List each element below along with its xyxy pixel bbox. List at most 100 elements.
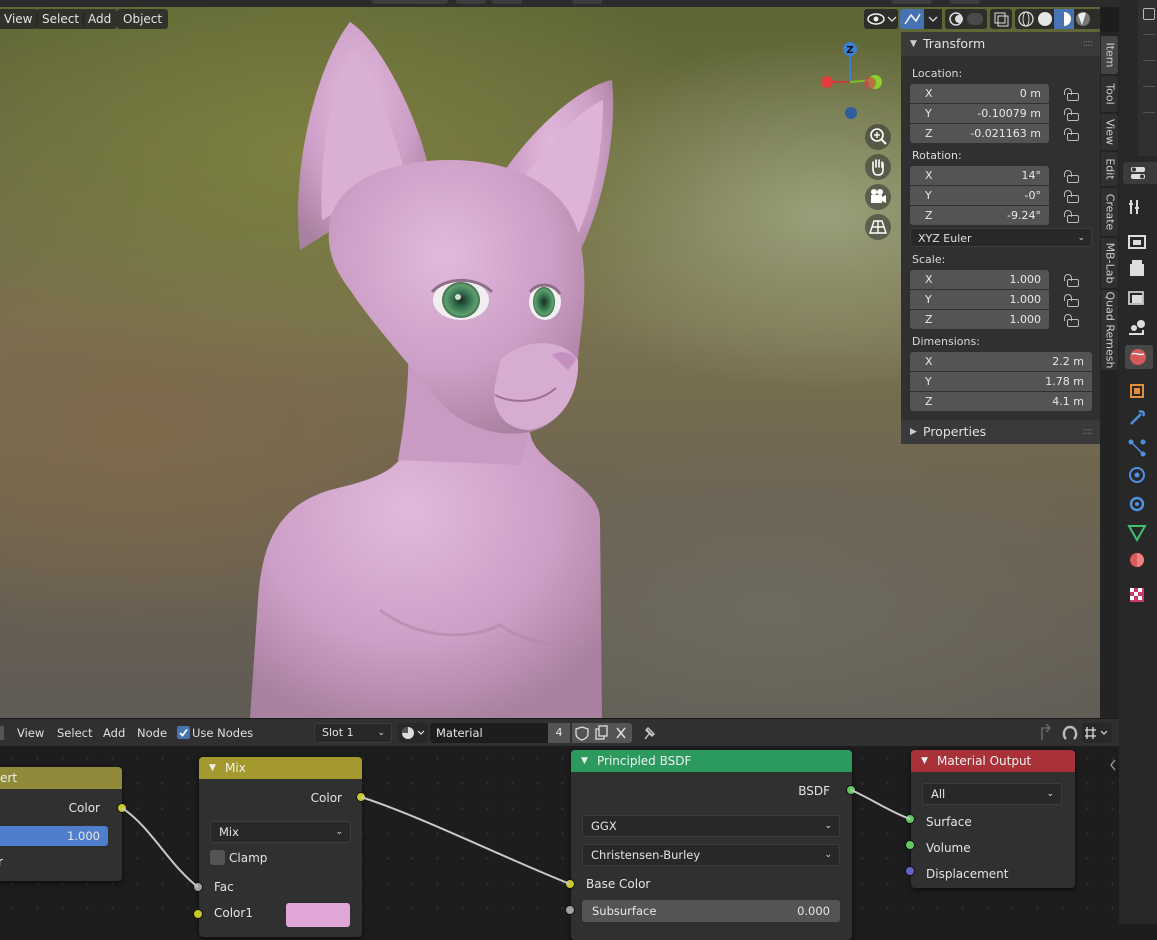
viewport-menu-add[interactable]: Add	[82, 9, 118, 29]
gizmo-toggle[interactable]	[900, 9, 942, 29]
rendered-shading-icon[interactable]	[1076, 12, 1090, 26]
navigation-gizmo[interactable]: Z	[810, 36, 890, 126]
base-color-input-socket[interactable]	[565, 879, 575, 889]
header-tab-stub[interactable]	[572, 0, 602, 4]
rotation-mode-dropdown[interactable]: XYZ Euler ⌄	[910, 228, 1092, 247]
solid-shading-icon[interactable]	[1038, 12, 1052, 26]
outliner-icon[interactable]	[1143, 8, 1155, 20]
lock-icon[interactable]	[1064, 170, 1079, 183]
clamp-checkbox[interactable]	[210, 850, 225, 865]
physics-properties-icon[interactable]	[1129, 467, 1145, 483]
tab-quad-remesh[interactable]: Quad Remesh	[1101, 290, 1118, 370]
viewport-menu-view[interactable]: View	[0, 9, 39, 29]
subsurface-slider[interactable]: Subsurface 0.000	[582, 900, 840, 922]
rotation-y-field[interactable]: Y -0°	[910, 186, 1049, 205]
duplicate-icon[interactable]	[595, 725, 608, 740]
drag-grip-icon[interactable]: ::::	[1083, 32, 1094, 56]
fake-user-shield-icon[interactable]	[575, 726, 589, 741]
invert-node[interactable]: ert Color 1.000 r	[0, 767, 122, 881]
material-shading-icon[interactable]	[1057, 12, 1071, 26]
node-editor-canvas[interactable]: ert Color 1.000 r ▼ Mix Color Mix ⌄ Clamp …	[0, 746, 1119, 940]
pan-button[interactable]	[865, 154, 891, 180]
header-tab-stub[interactable]	[372, 0, 448, 4]
zoom-button[interactable]	[865, 124, 891, 150]
editor-type-button[interactable]	[1123, 162, 1157, 184]
dimensions-y-field[interactable]: Y 1.78 m	[910, 372, 1092, 391]
editor-type-stub[interactable]	[0, 726, 4, 740]
shading-buttons[interactable]	[1015, 9, 1100, 29]
location-z-field[interactable]: Z -0.021163 m	[910, 124, 1049, 143]
surface-input-socket[interactable]	[905, 814, 915, 824]
particles-icon[interactable]	[1128, 439, 1146, 457]
distribution-dropdown[interactable]: GGX ⌄	[582, 815, 840, 837]
lock-icon[interactable]	[1064, 210, 1079, 223]
header-tab-stub[interactable]	[892, 0, 932, 4]
output-target-dropdown[interactable]: All ⌄	[922, 783, 1062, 805]
view-layer-icon[interactable]	[1128, 291, 1144, 305]
header-tab-stub[interactable]	[456, 0, 486, 4]
subsurface-method-dropdown[interactable]: Christensen-Burley ⌄	[582, 844, 840, 866]
drag-grip-icon[interactable]: ::::	[1083, 420, 1094, 444]
mix-node[interactable]: ▼ Mix Color Mix ⌄ Clamp Fac Color1	[199, 757, 362, 937]
properties-panel-header[interactable]: ▶ Properties ::::	[901, 420, 1100, 444]
invert-node-header[interactable]: ert	[0, 767, 122, 789]
mix-color1-swatch[interactable]	[286, 903, 350, 927]
close-icon[interactable]	[616, 727, 626, 739]
tab-item[interactable]: Item	[1101, 36, 1118, 74]
mix-color-output-socket[interactable]	[356, 792, 366, 802]
snap-mode-dropdown[interactable]	[1082, 723, 1112, 743]
node-menu-node[interactable]: Node	[137, 726, 167, 740]
material-browse-button[interactable]	[398, 723, 428, 743]
node-menu-add[interactable]: Add	[103, 726, 125, 740]
world-properties-icon[interactable]	[1125, 345, 1153, 369]
pin-icon[interactable]	[640, 725, 658, 741]
mix-fac-input-socket[interactable]	[193, 882, 203, 892]
mix-blend-mode-dropdown[interactable]: Mix ⌄	[210, 821, 351, 843]
mix-color1-input-socket[interactable]	[193, 909, 203, 919]
parent-node-tree-icon[interactable]	[1036, 724, 1056, 742]
location-x-field[interactable]: X0 m	[910, 84, 1049, 103]
tab-create[interactable]: Create	[1101, 188, 1118, 236]
transform-panel-header[interactable]: ▼ Transform ::::	[901, 32, 1100, 56]
output-properties-icon[interactable]	[1130, 260, 1144, 276]
overlay-toggle[interactable]	[945, 9, 987, 29]
tab-edit[interactable]: Edit	[1101, 152, 1118, 186]
dimensions-z-field[interactable]: Z 4.1 m	[910, 392, 1092, 411]
invert-fac-slider[interactable]: 1.000	[0, 826, 108, 846]
scale-x-field[interactable]: X 1.000	[910, 270, 1049, 289]
tab-tool[interactable]: Tool	[1101, 76, 1118, 112]
wireframe-shading-icon[interactable]	[1018, 11, 1034, 27]
principled-bsdf-node[interactable]: ▼ Principled BSDF BSDF GGX ⌄ Christensen-B…	[571, 750, 852, 940]
lock-icon[interactable]	[1064, 88, 1079, 101]
lock-icon[interactable]	[1064, 128, 1079, 141]
viewport-menu-object[interactable]: Object	[117, 9, 169, 29]
slot-dropdown[interactable]: Slot 1 ⌄	[314, 723, 392, 743]
mix-node-header[interactable]: ▼ Mix	[199, 757, 362, 779]
material-output-header[interactable]: ▼ Material Output	[911, 750, 1075, 772]
material-properties-icon[interactable]	[1130, 553, 1144, 567]
volume-input-socket[interactable]	[905, 840, 915, 850]
modifier-properties-icon[interactable]	[1130, 410, 1146, 425]
dimensions-x-field[interactable]: X 2.2 m	[910, 352, 1092, 371]
node-menu-select[interactable]: Select	[57, 726, 92, 740]
principled-node-header[interactable]: ▼ Principled BSDF	[571, 750, 852, 772]
lock-icon[interactable]	[1064, 314, 1079, 327]
bsdf-output-socket[interactable]	[846, 785, 856, 795]
header-tab-stub[interactable]	[492, 0, 522, 4]
scale-z-field[interactable]: Z 1.000	[910, 310, 1049, 329]
invert-color-output-socket[interactable]	[117, 803, 127, 813]
use-nodes-checkbox[interactable]	[177, 726, 190, 739]
material-name-field[interactable]: Material	[430, 723, 548, 743]
viewport-menu-select[interactable]: Select	[36, 9, 86, 29]
lock-icon[interactable]	[1064, 108, 1079, 121]
render-properties-icon[interactable]	[1128, 235, 1146, 249]
tab-view[interactable]: View	[1101, 114, 1118, 150]
displacement-input-socket[interactable]	[905, 866, 915, 876]
camera-view-button[interactable]	[865, 184, 891, 210]
snap-icon[interactable]	[1060, 723, 1080, 743]
scale-y-field[interactable]: Y 1.000	[910, 290, 1049, 309]
tab-mb-lab[interactable]: MB-Lab	[1101, 238, 1118, 288]
texture-properties-icon[interactable]	[1130, 588, 1144, 602]
material-user-count[interactable]: 4	[548, 723, 570, 743]
3d-viewport[interactable]: View Select Add Object Z ▼ Transform:::…	[0, 0, 1100, 718]
